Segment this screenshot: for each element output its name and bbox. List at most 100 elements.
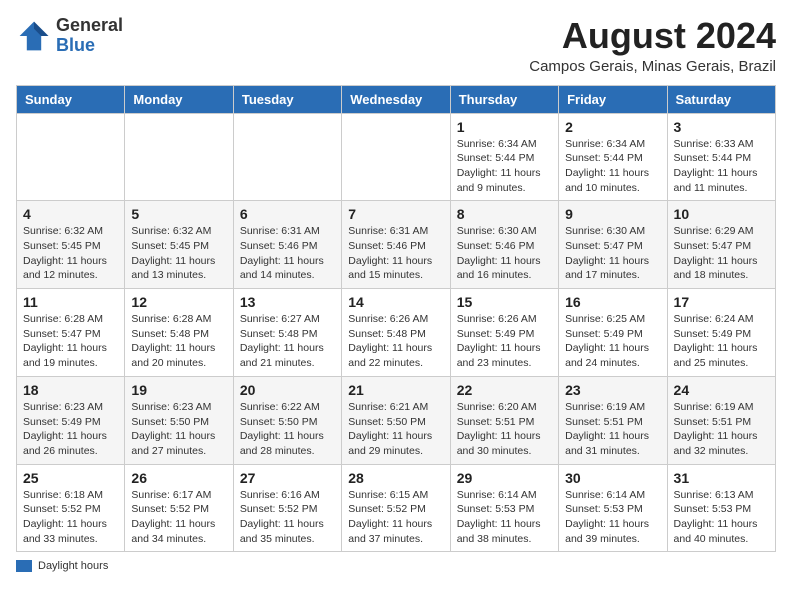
- day-number: 27: [240, 470, 335, 486]
- day-detail: Sunrise: 6:24 AM Sunset: 5:49 PM Dayligh…: [674, 312, 769, 371]
- legend: Daylight hours: [16, 560, 776, 572]
- day-detail: Sunrise: 6:19 AM Sunset: 5:51 PM Dayligh…: [565, 400, 660, 459]
- calendar-body: 1 Sunrise: 6:34 AM Sunset: 5:44 PM Daylig…: [17, 113, 776, 552]
- calendar-header-cell: Saturday: [667, 85, 775, 113]
- day-number: 7: [348, 206, 443, 222]
- day-number: 22: [457, 382, 552, 398]
- day-number: 8: [457, 206, 552, 222]
- calendar-day-cell: 22 Sunrise: 6:20 AM Sunset: 5:51 PM Dayli…: [450, 376, 558, 464]
- calendar-day-cell: 27 Sunrise: 6:16 AM Sunset: 5:52 PM Dayli…: [233, 464, 341, 552]
- calendar-day-cell: 7 Sunrise: 6:31 AM Sunset: 5:46 PM Daylig…: [342, 201, 450, 289]
- calendar-day-cell: 24 Sunrise: 6:19 AM Sunset: 5:51 PM Dayli…: [667, 376, 775, 464]
- calendar-day-cell: 1 Sunrise: 6:34 AM Sunset: 5:44 PM Daylig…: [450, 113, 558, 201]
- day-number: 15: [457, 294, 552, 310]
- day-number: 17: [674, 294, 769, 310]
- day-detail: Sunrise: 6:28 AM Sunset: 5:48 PM Dayligh…: [131, 312, 226, 371]
- day-detail: Sunrise: 6:18 AM Sunset: 5:52 PM Dayligh…: [23, 488, 118, 547]
- calendar-day-cell: 30Sunrise: 6:14 AM Sunset: 5:53 PM Dayli…: [559, 464, 667, 552]
- day-number: 12: [131, 294, 226, 310]
- calendar-header-cell: Thursday: [450, 85, 558, 113]
- day-detail: Sunrise: 6:31 AM Sunset: 5:46 PM Dayligh…: [348, 224, 443, 283]
- calendar-header-row: SundayMondayTuesdayWednesdayThursdayFrid…: [17, 85, 776, 113]
- calendar-week-row: 4 Sunrise: 6:32 AM Sunset: 5:45 PM Daylig…: [17, 201, 776, 289]
- day-detail: Sunrise: 6:32 AM Sunset: 5:45 PM Dayligh…: [23, 224, 118, 283]
- day-number: 14: [348, 294, 443, 310]
- day-detail: Sunrise: 6:14 AM Sunset: 5:53 PM Dayligh…: [457, 488, 552, 547]
- calendar-day-cell: 10 Sunrise: 6:29 AM Sunset: 5:47 PM Dayli…: [667, 201, 775, 289]
- day-detail: Sunrise: 6:34 AM Sunset: 5:44 PM Dayligh…: [457, 137, 552, 196]
- calendar-day-cell: 29 Sunrise: 6:14 AM Sunset: 5:53 PM Dayli…: [450, 464, 558, 552]
- calendar-day-cell: [233, 113, 341, 201]
- day-number: 10: [674, 206, 769, 222]
- day-number: 19: [131, 382, 226, 398]
- calendar-day-cell: 9 Sunrise: 6:30 AM Sunset: 5:47 PM Daylig…: [559, 201, 667, 289]
- calendar-day-cell: 25Sunrise: 6:18 AM Sunset: 5:52 PM Dayli…: [17, 464, 125, 552]
- day-detail: Sunrise: 6:20 AM Sunset: 5:51 PM Dayligh…: [457, 400, 552, 459]
- calendar-day-cell: [125, 113, 233, 201]
- day-detail: Sunrise: 6:30 AM Sunset: 5:47 PM Dayligh…: [565, 224, 660, 283]
- calendar-day-cell: 28Sunrise: 6:15 AM Sunset: 5:52 PM Dayli…: [342, 464, 450, 552]
- day-detail: Sunrise: 6:27 AM Sunset: 5:48 PM Dayligh…: [240, 312, 335, 371]
- day-detail: Sunrise: 6:26 AM Sunset: 5:49 PM Dayligh…: [457, 312, 552, 371]
- calendar-day-cell: 14Sunrise: 6:26 AM Sunset: 5:48 PM Dayli…: [342, 289, 450, 377]
- logo: General Blue: [16, 16, 123, 56]
- day-number: 9: [565, 206, 660, 222]
- logo-icon: [16, 18, 52, 54]
- logo-text: General Blue: [56, 16, 123, 56]
- header: General Blue August 2024 Campos Gerais, …: [16, 16, 776, 75]
- day-detail: Sunrise: 6:23 AM Sunset: 5:50 PM Dayligh…: [131, 400, 226, 459]
- calendar-header-cell: Friday: [559, 85, 667, 113]
- calendar-day-cell: 31 Sunrise: 6:13 AM Sunset: 5:53 PM Dayli…: [667, 464, 775, 552]
- day-detail: Sunrise: 6:13 AM Sunset: 5:53 PM Dayligh…: [674, 488, 769, 547]
- title-area: August 2024 Campos Gerais, Minas Gerais,…: [529, 16, 776, 75]
- day-detail: Sunrise: 6:25 AM Sunset: 5:49 PM Dayligh…: [565, 312, 660, 371]
- day-detail: Sunrise: 6:28 AM Sunset: 5:47 PM Dayligh…: [23, 312, 118, 371]
- calendar-day-cell: [17, 113, 125, 201]
- day-detail: Sunrise: 6:31 AM Sunset: 5:46 PM Dayligh…: [240, 224, 335, 283]
- day-detail: Sunrise: 6:16 AM Sunset: 5:52 PM Dayligh…: [240, 488, 335, 547]
- day-detail: Sunrise: 6:21 AM Sunset: 5:50 PM Dayligh…: [348, 400, 443, 459]
- location: Campos Gerais, Minas Gerais, Brazil: [529, 58, 776, 75]
- day-detail: Sunrise: 6:30 AM Sunset: 5:46 PM Dayligh…: [457, 224, 552, 283]
- day-number: 21: [348, 382, 443, 398]
- calendar-day-cell: 4 Sunrise: 6:32 AM Sunset: 5:45 PM Daylig…: [17, 201, 125, 289]
- legend-color-box: [16, 560, 32, 572]
- day-detail: Sunrise: 6:22 AM Sunset: 5:50 PM Dayligh…: [240, 400, 335, 459]
- day-detail: Sunrise: 6:19 AM Sunset: 5:51 PM Dayligh…: [674, 400, 769, 459]
- calendar-day-cell: 11Sunrise: 6:28 AM Sunset: 5:47 PM Dayli…: [17, 289, 125, 377]
- day-number: 2: [565, 119, 660, 135]
- day-detail: Sunrise: 6:23 AM Sunset: 5:49 PM Dayligh…: [23, 400, 118, 459]
- calendar-header-cell: Sunday: [17, 85, 125, 113]
- calendar-week-row: 11Sunrise: 6:28 AM Sunset: 5:47 PM Dayli…: [17, 289, 776, 377]
- calendar-day-cell: 2Sunrise: 6:34 AM Sunset: 5:44 PM Daylig…: [559, 113, 667, 201]
- day-detail: Sunrise: 6:29 AM Sunset: 5:47 PM Dayligh…: [674, 224, 769, 283]
- calendar-day-cell: 13Sunrise: 6:27 AM Sunset: 5:48 PM Dayli…: [233, 289, 341, 377]
- day-number: 1: [457, 119, 552, 135]
- calendar-day-cell: 20 Sunrise: 6:22 AM Sunset: 5:50 PM Dayli…: [233, 376, 341, 464]
- day-number: 31: [674, 470, 769, 486]
- day-number: 20: [240, 382, 335, 398]
- day-detail: Sunrise: 6:32 AM Sunset: 5:45 PM Dayligh…: [131, 224, 226, 283]
- calendar-day-cell: 3Sunrise: 6:33 AM Sunset: 5:44 PM Daylig…: [667, 113, 775, 201]
- calendar-day-cell: 6 Sunrise: 6:31 AM Sunset: 5:46 PM Daylig…: [233, 201, 341, 289]
- day-number: 3: [674, 119, 769, 135]
- day-number: 6: [240, 206, 335, 222]
- calendar-week-row: 25Sunrise: 6:18 AM Sunset: 5:52 PM Dayli…: [17, 464, 776, 552]
- day-number: 4: [23, 206, 118, 222]
- day-detail: Sunrise: 6:17 AM Sunset: 5:52 PM Dayligh…: [131, 488, 226, 547]
- month-year: August 2024: [529, 16, 776, 56]
- day-detail: Sunrise: 6:14 AM Sunset: 5:53 PM Dayligh…: [565, 488, 660, 547]
- day-number: 29: [457, 470, 552, 486]
- calendar-day-cell: 21 Sunrise: 6:21 AM Sunset: 5:50 PM Dayli…: [342, 376, 450, 464]
- calendar-day-cell: 5 Sunrise: 6:32 AM Sunset: 5:45 PM Daylig…: [125, 201, 233, 289]
- calendar-day-cell: 18Sunrise: 6:23 AM Sunset: 5:49 PM Dayli…: [17, 376, 125, 464]
- day-number: 23: [565, 382, 660, 398]
- calendar-day-cell: 19 Sunrise: 6:23 AM Sunset: 5:50 PM Dayli…: [125, 376, 233, 464]
- day-number: 5: [131, 206, 226, 222]
- calendar-day-cell: 23 Sunrise: 6:19 AM Sunset: 5:51 PM Dayli…: [559, 376, 667, 464]
- calendar-day-cell: 16Sunrise: 6:25 AM Sunset: 5:49 PM Dayli…: [559, 289, 667, 377]
- calendar-day-cell: [342, 113, 450, 201]
- calendar-day-cell: 15 Sunrise: 6:26 AM Sunset: 5:49 PM Dayli…: [450, 289, 558, 377]
- day-number: 24: [674, 382, 769, 398]
- calendar-day-cell: 26Sunrise: 6:17 AM Sunset: 5:52 PM Dayli…: [125, 464, 233, 552]
